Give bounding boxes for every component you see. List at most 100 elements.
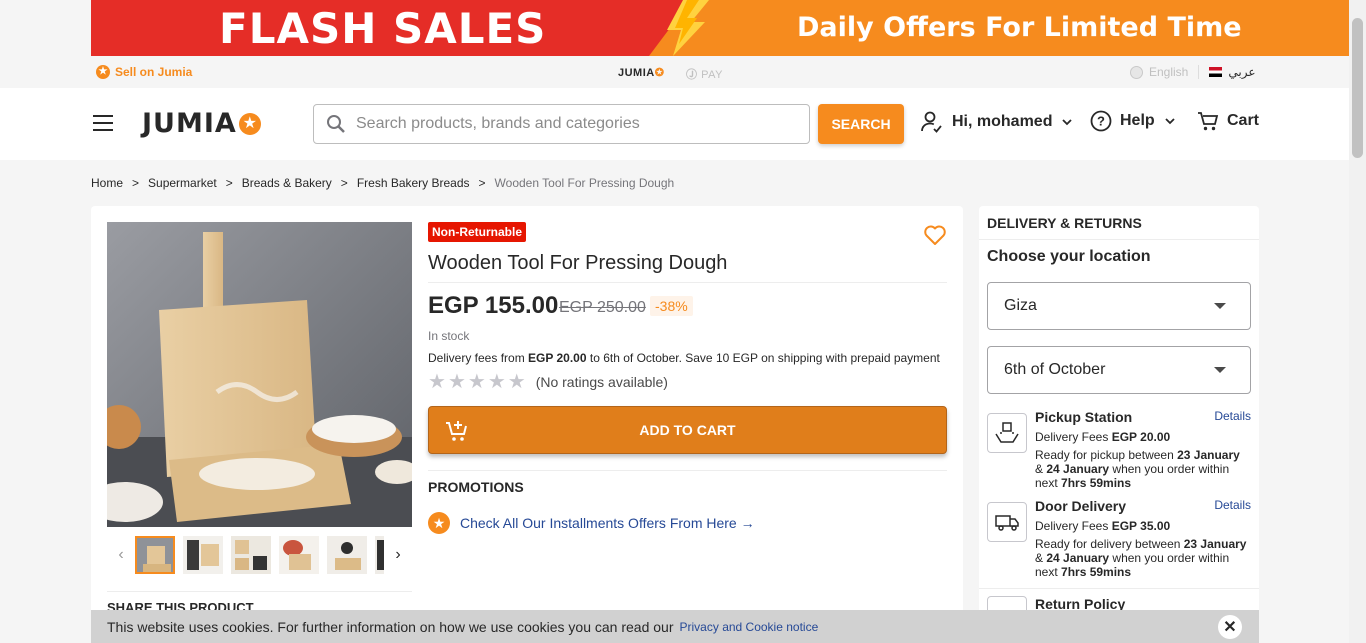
non-returnable-badge: Non-Returnable bbox=[428, 222, 526, 242]
pickup-details-link[interactable]: Details bbox=[1214, 409, 1251, 423]
city-select[interactable]: 6th of October bbox=[987, 346, 1251, 394]
chevron-left-icon[interactable]: ‹ bbox=[107, 536, 135, 574]
breadcrumb-fresh-breads[interactable]: Fresh Bakery Breads bbox=[357, 176, 470, 190]
close-icon[interactable]: ✕ bbox=[1218, 615, 1242, 639]
jumia-logo[interactable]: JUMIA ★ bbox=[142, 108, 261, 139]
star-icon: ★ bbox=[507, 371, 526, 393]
star-icon: ★ bbox=[487, 371, 506, 393]
star-icon: ★ bbox=[96, 65, 110, 79]
page-scrollbar[interactable] bbox=[1349, 0, 1366, 643]
thumbnail[interactable] bbox=[231, 536, 271, 574]
heart-icon[interactable] bbox=[922, 222, 948, 248]
truck-icon bbox=[987, 502, 1027, 542]
cookie-banner: This website uses cookies. For further i… bbox=[91, 610, 1259, 643]
breadcrumb-separator: > bbox=[340, 176, 348, 190]
divider bbox=[979, 588, 1259, 589]
lang-divider bbox=[1198, 65, 1200, 79]
cart-label: Cart bbox=[1227, 112, 1260, 129]
site-header: JUMIA ★ SEARCH Hi, mohamed ? Help bbox=[0, 88, 1349, 160]
star-icon: ★ bbox=[428, 512, 450, 534]
search-input[interactable] bbox=[356, 115, 796, 133]
chevron-right-icon[interactable]: › bbox=[384, 536, 412, 574]
door-details-link[interactable]: Details bbox=[1214, 498, 1251, 512]
account-label: Hi, mohamed bbox=[952, 113, 1053, 130]
product-main-image[interactable] bbox=[107, 222, 412, 527]
promotions-heading: PROMOTIONS bbox=[428, 479, 524, 495]
installments-offer-link[interactable]: ★ Check All Our Installments Offers From… bbox=[428, 512, 755, 534]
thumbnail[interactable] bbox=[375, 536, 384, 574]
divider bbox=[428, 282, 947, 283]
banner-flash-text: FLASH SALES bbox=[219, 4, 547, 53]
menu-icon[interactable] bbox=[93, 115, 113, 131]
divider bbox=[979, 239, 1259, 240]
pickup-ready-text: Ready for pickup between 23 January & 24… bbox=[1035, 448, 1240, 490]
pickup-title: Pickup Station bbox=[1035, 409, 1133, 425]
globe-icon bbox=[1130, 65, 1143, 79]
chevron-down-icon bbox=[1165, 118, 1175, 125]
caret-down-icon bbox=[1214, 367, 1226, 373]
lang-arabic[interactable]: عربي bbox=[1228, 65, 1255, 79]
product-card: ‹ › SHARE THIS PRODUCT Non-Returnable Wo… bbox=[91, 206, 963, 626]
thumbnail[interactable] bbox=[279, 536, 319, 574]
jumia-mini-logo[interactable]: JUMIA✪ bbox=[618, 66, 664, 79]
logo-star-icon: ★ bbox=[238, 112, 261, 135]
lang-english[interactable]: English bbox=[1149, 65, 1188, 79]
logo-text: JUMIA bbox=[142, 108, 237, 139]
search-box bbox=[313, 104, 810, 144]
star-icon: ★ bbox=[428, 371, 446, 393]
jumia-pay-logo[interactable]: Ⓙ PAY bbox=[686, 66, 723, 82]
price: EGP 155.00 bbox=[428, 292, 559, 319]
star-icon: ★ bbox=[467, 371, 486, 393]
thumbnail[interactable] bbox=[183, 536, 223, 574]
thumbnail-strip: ‹ › bbox=[107, 536, 412, 574]
add-to-cart-button[interactable]: ADD TO CART bbox=[428, 406, 947, 454]
pickup-station-icon bbox=[987, 413, 1027, 453]
door-ready-text: Ready for delivery between 23 January & … bbox=[1035, 537, 1247, 579]
breadcrumb-breads-bakery[interactable]: Breads & Bakery bbox=[242, 176, 332, 190]
cart-link[interactable]: Cart bbox=[1197, 110, 1259, 132]
breadcrumb-separator: > bbox=[132, 176, 140, 190]
breadcrumb-separator: > bbox=[478, 176, 486, 190]
delivery-heading: DELIVERY & RETURNS bbox=[987, 215, 1142, 231]
help-menu[interactable]: ? Help bbox=[1090, 110, 1177, 132]
privacy-notice-link[interactable]: Privacy and Cookie notice bbox=[680, 620, 819, 634]
help-icon: ? bbox=[1090, 110, 1112, 132]
scrollbar-thumb[interactable] bbox=[1352, 18, 1363, 158]
thumbnail[interactable] bbox=[327, 536, 367, 574]
lightning-bolt-icon bbox=[667, 0, 709, 56]
sell-on-jumia-link[interactable]: ★ Sell on Jumia bbox=[96, 65, 192, 79]
no-ratings-text: (No ratings available) bbox=[535, 374, 668, 390]
language-switcher: English عربي bbox=[1130, 65, 1255, 79]
old-price: EGP 250.00 bbox=[559, 299, 646, 316]
pickup-fee: Delivery Fees EGP 20.00 bbox=[1035, 430, 1171, 444]
stock-status: In stock bbox=[428, 329, 470, 343]
breadcrumb: Home > Supermarket > Breads & Bakery > F… bbox=[91, 176, 674, 190]
star-icon: ★ bbox=[447, 371, 466, 393]
chevron-down-icon bbox=[1062, 119, 1073, 126]
breadcrumb-home[interactable]: Home bbox=[91, 176, 123, 190]
thumbnail-row bbox=[135, 536, 384, 574]
discount-badge: -38% bbox=[650, 296, 693, 316]
caret-down-icon bbox=[1214, 303, 1226, 309]
cookie-text: This website uses cookies. For further i… bbox=[107, 618, 674, 635]
search-icon bbox=[327, 115, 345, 133]
sell-label: Sell on Jumia bbox=[115, 65, 193, 79]
thumbnail[interactable] bbox=[135, 536, 175, 574]
breadcrumb-current: Wooden Tool For Pressing Dough bbox=[494, 176, 675, 190]
door-title: Door Delivery bbox=[1035, 498, 1127, 514]
breadcrumb-separator: > bbox=[225, 176, 233, 190]
region-value: Giza bbox=[1004, 297, 1037, 314]
svg-text:?: ? bbox=[1097, 114, 1105, 129]
flash-sales-banner[interactable]: FLASH SALES Daily Offers For Limited Tim… bbox=[91, 0, 1349, 56]
add-cart-icon bbox=[446, 421, 467, 441]
search-button[interactable]: SEARCH bbox=[818, 104, 904, 144]
top-strip: ★ Sell on Jumia JUMIA✪ Ⓙ PAY English عرب… bbox=[0, 56, 1349, 88]
region-select[interactable]: Giza bbox=[987, 282, 1251, 330]
account-menu[interactable]: Hi, mohamed bbox=[920, 110, 1074, 134]
delivery-returns-panel: DELIVERY & RETURNS Choose your location … bbox=[979, 206, 1259, 626]
choose-location-label: Choose your location bbox=[987, 248, 1151, 265]
rating-stars[interactable]: ★ ★ ★ ★ ★ (No ratings available) bbox=[428, 372, 668, 392]
help-label: Help bbox=[1120, 112, 1155, 129]
breadcrumb-supermarket[interactable]: Supermarket bbox=[148, 176, 217, 190]
cart-icon bbox=[1198, 112, 1219, 131]
